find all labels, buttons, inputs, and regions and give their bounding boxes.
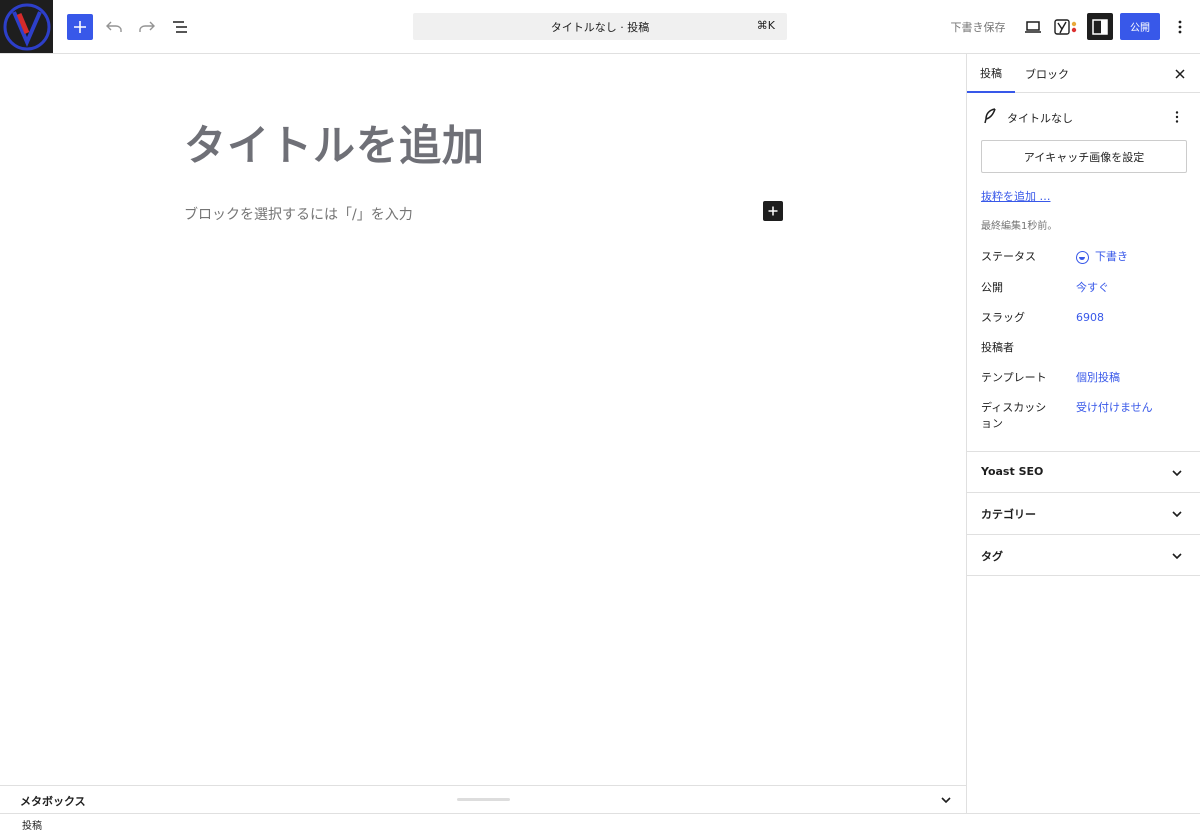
plus-icon xyxy=(768,206,778,216)
yoast-icon xyxy=(1054,19,1077,35)
panel-title: Yoast SEO xyxy=(981,465,1044,478)
editor-canvas: タイトルを追加 ブロックを選択するには「/」を入力 xyxy=(0,54,966,785)
panel-categories[interactable]: カテゴリー xyxy=(967,492,1200,534)
chevron-down-icon xyxy=(1169,465,1185,481)
desktop-icon xyxy=(1025,21,1041,33)
status-value[interactable]: 下書き xyxy=(1076,249,1128,265)
more-vertical-icon xyxy=(1175,111,1179,123)
editor-footer: 投稿 xyxy=(0,813,1200,833)
metabox-resize-handle[interactable] xyxy=(457,798,510,801)
list-view-icon xyxy=(173,21,187,33)
editor-header: タイトルなし · 投稿 ⌘K 下書き保存 公開 xyxy=(0,0,1200,54)
panel-yoast-seo[interactable]: Yoast SEO xyxy=(967,451,1200,493)
undo-icon xyxy=(106,21,122,32)
chevron-down-icon xyxy=(941,797,951,803)
settings-sidebar-toggle[interactable] xyxy=(1087,13,1113,40)
add-block-button[interactable] xyxy=(763,201,783,221)
post-card-title: タイトルなし xyxy=(1007,112,1073,125)
redo-button[interactable] xyxy=(135,14,159,40)
panel-title: カテゴリー xyxy=(981,508,1036,521)
options-menu-button[interactable] xyxy=(1168,14,1192,40)
redo-icon xyxy=(139,21,155,32)
publish-button[interactable]: 公開 xyxy=(1120,13,1160,40)
last-edited-text: 最終編集1秒前。 xyxy=(981,221,1058,232)
plus-icon xyxy=(74,21,86,33)
post-icon xyxy=(984,108,996,124)
preview-button[interactable] xyxy=(1021,14,1045,40)
add-excerpt-link[interactable]: 抜粋を追加 … xyxy=(981,188,1051,204)
chevron-down-icon xyxy=(1169,548,1185,564)
yoast-seo-button[interactable] xyxy=(1053,14,1079,40)
status-value-text: 下書き xyxy=(1095,250,1128,263)
template-label: テンプレート xyxy=(981,371,1047,384)
post-title-input[interactable]: タイトルを追加 xyxy=(184,112,485,173)
breadcrumb[interactable]: 投稿 xyxy=(22,817,42,832)
post-actions-menu[interactable] xyxy=(1169,108,1185,126)
metabox-label: メタボックス xyxy=(20,795,86,808)
more-vertical-icon xyxy=(1178,20,1182,34)
command-shortcut: ⌘K xyxy=(756,19,775,32)
tab-block[interactable]: ブロック xyxy=(1019,54,1075,93)
publish-date-label: 公開 xyxy=(981,281,1003,294)
status-label: ステータス xyxy=(981,250,1036,263)
publish-date-value[interactable]: 今すぐ xyxy=(1076,280,1109,296)
settings-sidebar: 投稿 ブロック タイトルなし アイキャッチ画像を設定 抜粋を追加 … 最終編集1… xyxy=(966,54,1200,813)
site-logo[interactable] xyxy=(0,0,53,53)
site-logo-icon xyxy=(3,3,50,50)
metabox-toggle[interactable] xyxy=(938,792,954,808)
slug-value[interactable]: 6908 xyxy=(1076,310,1104,326)
panel-title: タグ xyxy=(981,550,1003,563)
close-icon xyxy=(1175,69,1185,79)
sidebar-icon xyxy=(1092,18,1108,35)
set-featured-image-button[interactable]: アイキャッチ画像を設定 xyxy=(981,140,1187,173)
default-block-appender[interactable]: ブロックを選択するには「/」を入力 xyxy=(184,204,413,224)
document-overview-button[interactable] xyxy=(168,14,192,40)
tab-post[interactable]: 投稿 xyxy=(967,54,1015,93)
document-title: タイトルなし · 投稿 xyxy=(550,20,650,34)
close-sidebar-button[interactable] xyxy=(1170,65,1190,83)
slug-label: スラッグ xyxy=(981,311,1025,324)
block-inserter-button[interactable] xyxy=(67,14,93,40)
draft-status-icon xyxy=(1076,250,1089,264)
template-value[interactable]: 個別投稿 xyxy=(1076,370,1120,386)
save-draft-button[interactable]: 下書き保存 xyxy=(945,14,1011,40)
undo-button[interactable] xyxy=(102,14,126,40)
metabox-area: メタボックス xyxy=(0,785,966,813)
discussion-label: ディスカッション xyxy=(981,401,1047,430)
author-label: 投稿者 xyxy=(981,341,1014,354)
command-palette-bar[interactable]: タイトルなし · 投稿 ⌘K xyxy=(413,13,787,40)
panel-tags[interactable]: タグ xyxy=(967,534,1200,576)
discussion-value[interactable]: 受け付けません xyxy=(1076,400,1153,416)
chevron-down-icon xyxy=(1169,506,1185,522)
sidebar-tabs: 投稿 ブロック xyxy=(967,54,1200,93)
